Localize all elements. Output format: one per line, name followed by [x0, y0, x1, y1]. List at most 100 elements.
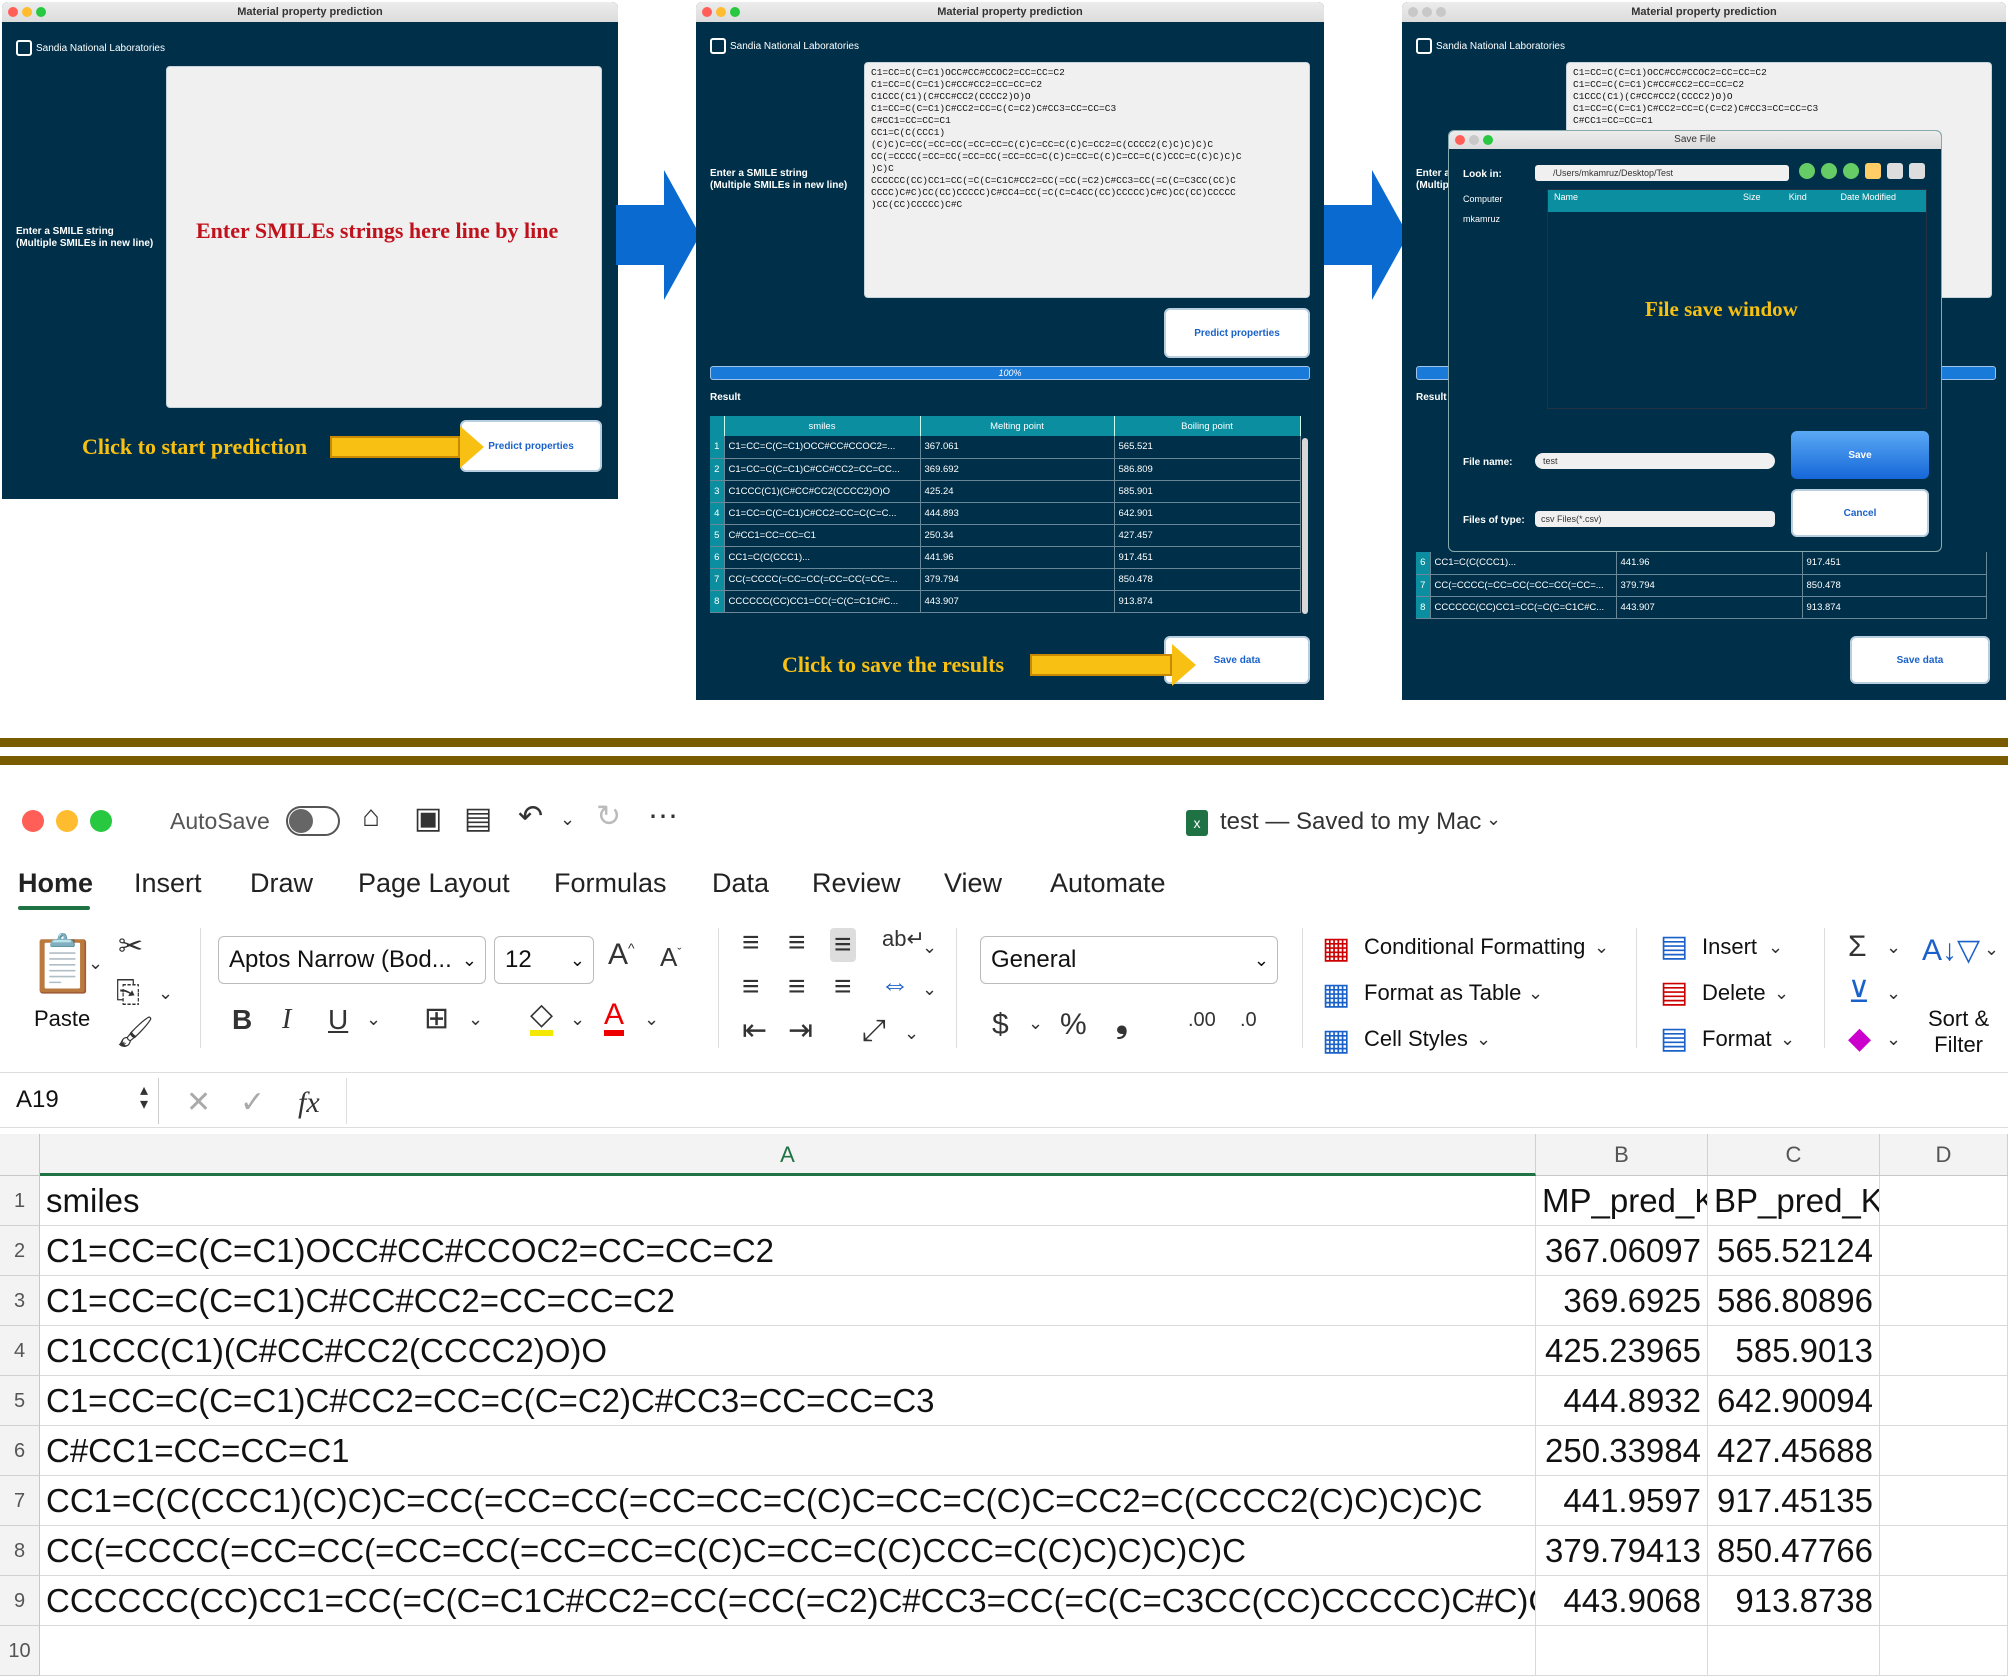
- row-header[interactable]: 8: [0, 1526, 40, 1576]
- result-row[interactable]: 5 C#CC1=CC=CC=C1 250.34 427.457: [710, 524, 1301, 547]
- underline-dropdown-icon[interactable]: ⌄: [366, 1010, 381, 1028]
- result-table[interactable]: 6 CC1=C(C(CCC1)... 441.96 917.451 7 CC(=CCCC(…: [1416, 552, 1987, 619]
- minimize-dot[interactable]: [22, 7, 32, 17]
- align-left-icon[interactable]: ≡: [742, 972, 760, 1002]
- align-middle-icon[interactable]: ≡: [788, 928, 806, 958]
- row-header[interactable]: 10: [0, 1626, 40, 1676]
- autosum-icon[interactable]: Σ: [1848, 932, 1867, 962]
- smiles-input[interactable]: C1=CC=C(C=C1)OCC#CC#CCOC2=CC=CC=C2 C1=CC…: [864, 62, 1310, 298]
- cancel-icon[interactable]: ✕: [186, 1088, 211, 1118]
- decrease-decimal-icon[interactable]: .0: [1240, 1010, 1257, 1030]
- cell[interactable]: [1880, 1476, 2008, 1526]
- result-row[interactable]: 3 C1CCC(C1)(C#CC#CC2(CCCC2)O)O 425.24 585.9…: [710, 480, 1301, 503]
- result-row[interactable]: 7 CC(=CCCC(=CC=CC(=CC=CC(=CC=... 379.794 85…: [1416, 574, 1987, 597]
- cell[interactable]: [1880, 1326, 2008, 1376]
- font-name-select[interactable]: Aptos Narrow (Bod... ⌄: [218, 936, 486, 984]
- nav-icons[interactable]: [1799, 163, 1925, 179]
- cell[interactable]: [1880, 1226, 2008, 1276]
- detail-view-icon[interactable]: [1909, 163, 1925, 179]
- title-chevron-icon[interactable]: ⌄: [1486, 810, 1501, 828]
- cancel-button[interactable]: Cancel: [1791, 489, 1929, 537]
- row-header[interactable]: 9: [0, 1576, 40, 1626]
- cell[interactable]: 250.33984: [1536, 1426, 1708, 1476]
- underline-icon[interactable]: U: [328, 1006, 348, 1034]
- col-header-c[interactable]: C: [1708, 1134, 1880, 1176]
- cell[interactable]: [1880, 1176, 2008, 1226]
- tab-data[interactable]: Data: [712, 868, 769, 899]
- tab-insert[interactable]: Insert: [134, 868, 202, 899]
- borders-icon[interactable]: ⊞: [424, 1004, 449, 1034]
- table-scrollbar[interactable]: [1302, 438, 1308, 614]
- home-icon[interactable]: ⌂: [362, 802, 380, 832]
- cell[interactable]: 444.8932: [1536, 1376, 1708, 1426]
- col-header-a[interactable]: A: [40, 1134, 1536, 1176]
- copy-dropdown-icon[interactable]: ⌄: [158, 984, 173, 1002]
- format-dropdown-icon[interactable]: ⌄: [1780, 1030, 1795, 1048]
- result-row[interactable]: 4 C1=CC=C(C=C1)C#CC2=CC=C(C=C... 444.893 64…: [710, 502, 1301, 525]
- name-box-stepper-icon[interactable]: ▴ ▾: [140, 1083, 148, 1113]
- delete-cells-icon[interactable]: ▤: [1660, 978, 1688, 1008]
- sidebar-item-home[interactable]: mkamruz: [1463, 209, 1525, 229]
- result-row[interactable]: 7 CC(=CCCC(=CC=CC(=CC=CC(=CC=... 379.794 85…: [710, 568, 1301, 591]
- save-button[interactable]: Save: [1791, 431, 1929, 479]
- result-row[interactable]: 8 CCCCCC(CC)CC1=CC(=C(C=C1C#C... 443.907 91…: [710, 590, 1301, 613]
- col-header-d[interactable]: D: [1880, 1134, 2008, 1176]
- sort-filter-icon[interactable]: A↓▽: [1922, 936, 1980, 966]
- cell[interactable]: [1880, 1426, 2008, 1476]
- borders-dropdown-icon[interactable]: ⌄: [468, 1010, 483, 1028]
- cell[interactable]: 586.80896: [1708, 1276, 1880, 1326]
- formula-input[interactable]: [346, 1078, 1996, 1124]
- clear-dropdown-icon[interactable]: ⌄: [1886, 1030, 1901, 1048]
- conditional-formatting-button[interactable]: Conditional Formatting: [1364, 934, 1585, 960]
- result-row[interactable]: 1 C1=CC=C(C=C1)OCC#CC#CCOC2=... 367.061 565…: [710, 436, 1301, 459]
- format-cells-icon[interactable]: ▤: [1660, 1024, 1688, 1054]
- filetype-select[interactable]: csv Files(*.csv): [1535, 511, 1775, 527]
- cell[interactable]: 369.6925: [1536, 1276, 1708, 1326]
- orientation-icon[interactable]: ⤢: [862, 1016, 886, 1046]
- parent-icon[interactable]: [1843, 163, 1859, 179]
- comma-style-icon[interactable]: ❟: [1116, 1008, 1128, 1038]
- cell[interactable]: 642.90094: [1708, 1376, 1880, 1426]
- delete-cells-button[interactable]: Delete: [1702, 980, 1766, 1006]
- col-kind[interactable]: Kind: [1789, 190, 1841, 212]
- enter-icon[interactable]: ✓: [240, 1088, 265, 1118]
- predict-button[interactable]: Predict properties: [1164, 308, 1310, 358]
- row-header[interactable]: 5: [0, 1376, 40, 1426]
- table-dropdown-icon[interactable]: ⌄: [1528, 984, 1543, 1002]
- cell[interactable]: CC(=CCCC(=CC=CC(=CC=CC(=CC=CC=C(C)C=CC=C…: [40, 1526, 1536, 1576]
- list-view-icon[interactable]: [1887, 163, 1903, 179]
- result-row[interactable]: 8 CCCCCC(CC)CC1=CC(=C(C=C1C#C... 443.907 91…: [1416, 596, 1987, 619]
- tab-automate[interactable]: Automate: [1050, 868, 1166, 899]
- save-as-icon[interactable]: ▤: [464, 804, 492, 834]
- currency-dropdown-icon[interactable]: ⌄: [1028, 1014, 1043, 1032]
- redo-icon[interactable]: ↻: [596, 802, 621, 832]
- tab-page-layout[interactable]: Page Layout: [358, 868, 510, 899]
- zoom-dot[interactable]: [730, 7, 740, 17]
- select-all-corner[interactable]: [0, 1134, 40, 1176]
- sort-filter-button[interactable]: Sort & Filter: [1928, 1006, 1989, 1058]
- result-table[interactable]: smiles Melting point Boiling point 1 C1=CC=…: [710, 416, 1301, 613]
- font-size-select[interactable]: 12 ⌄: [494, 936, 594, 984]
- format-as-table-button[interactable]: Format as Table: [1364, 980, 1521, 1006]
- col-date[interactable]: Date Modified: [1840, 190, 1926, 212]
- name-box[interactable]: A19: [16, 1086, 59, 1114]
- undo-icon[interactable]: ↶: [518, 802, 543, 832]
- fill-icon[interactable]: ⊻: [1848, 978, 1870, 1008]
- font-color-dropdown-icon[interactable]: ⌄: [644, 1010, 659, 1028]
- delete-dropdown-icon[interactable]: ⌄: [1774, 984, 1789, 1002]
- result-row[interactable]: 2 C1=CC=C(C=C1)C#CC#CC2=CC=CC... 369.692 58…: [710, 458, 1301, 481]
- conditional-formatting-icon[interactable]: ▦: [1322, 934, 1350, 964]
- clear-icon[interactable]: ◆: [1848, 1024, 1871, 1054]
- col-size[interactable]: Size: [1743, 190, 1789, 212]
- decrease-indent-icon[interactable]: ⇤: [742, 1016, 767, 1046]
- cell[interactable]: C1=CC=C(C=C1)C#CC#CC2=CC=CC=C2: [40, 1276, 1536, 1326]
- cell[interactable]: [40, 1626, 1536, 1676]
- cell[interactable]: C#CC1=CC=CC=C1: [40, 1426, 1536, 1476]
- save-icon[interactable]: ▣: [414, 804, 442, 834]
- minimize-dot[interactable]: [716, 7, 726, 17]
- copy-icon[interactable]: ⎘: [116, 978, 140, 1008]
- result-row[interactable]: 6 CC1=C(C(CCC1)... 441.96 917.451: [710, 546, 1301, 569]
- document-title[interactable]: test — Saved to my Mac: [1220, 808, 1481, 836]
- format-as-table-icon[interactable]: ▦: [1322, 980, 1350, 1010]
- cell[interactable]: CC1=C(C(CCC1)(C)C)C=CC(=CC=CC(=CC=CC=C(C…: [40, 1476, 1536, 1526]
